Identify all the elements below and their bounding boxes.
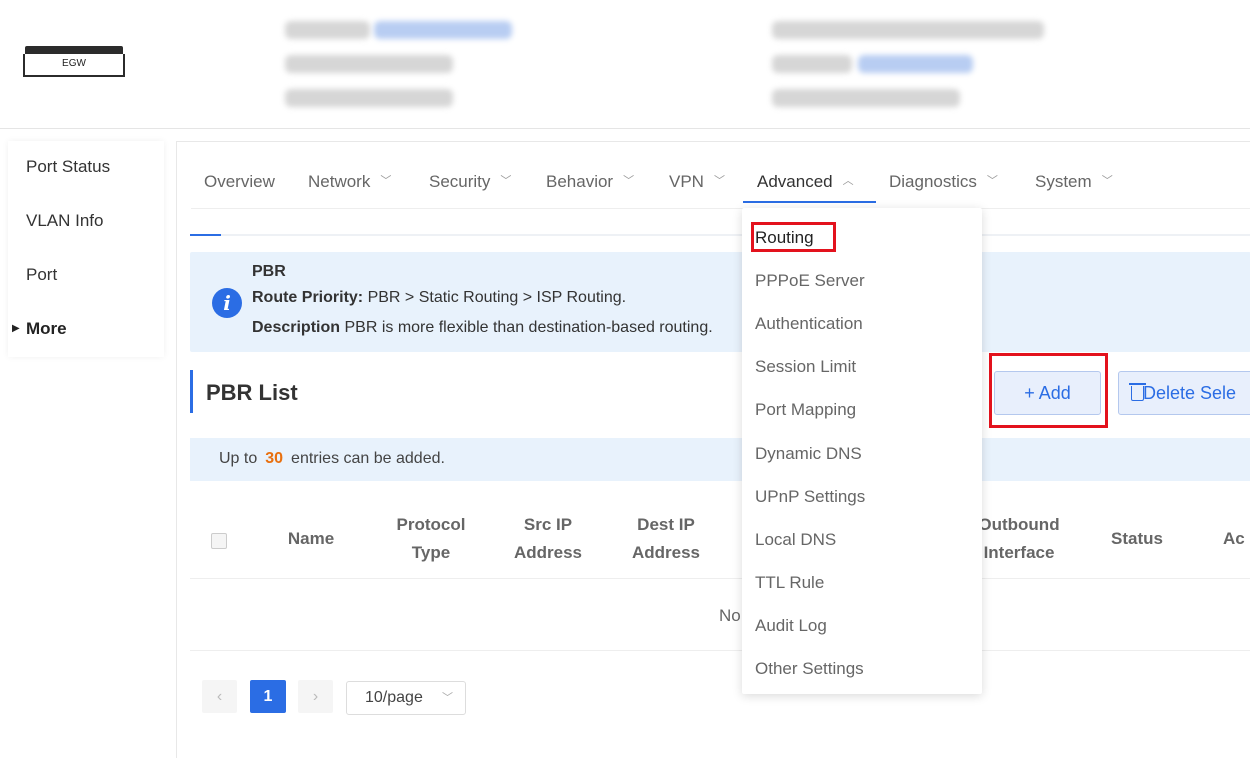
entry-limit-count: 30 <box>265 450 284 467</box>
caret-right-icon: ▶ <box>12 323 20 334</box>
menu-item-upnp-settings[interactable]: UPnP Settings <box>755 487 865 507</box>
tab-system[interactable]: System ﹀ <box>1035 172 1113 192</box>
blurred-info <box>772 55 852 73</box>
no-data-text: No <box>719 606 741 625</box>
column-header-dest-ip: Dest IP Address <box>631 515 701 562</box>
pbr-list-title: PBR List <box>206 380 298 405</box>
sidebar-item-port[interactable]: Port <box>26 265 57 285</box>
next-page-button[interactable]: › <box>298 680 333 713</box>
device-label: EGW <box>62 58 86 69</box>
highlight-box-routing <box>751 222 836 252</box>
info-priority: Route Priority: PBR > Static Routing > I… <box>252 289 627 306</box>
menu-item-audit-log[interactable]: Audit Log <box>755 616 827 636</box>
column-header-outbound: Outbound Interface <box>978 515 1060 562</box>
advanced-dropdown-menu: Routing PPPoE Server Authentication Sess… <box>742 208 982 694</box>
device-header: EGW <box>0 0 1250 129</box>
tab-advanced[interactable]: Advanced ︿ <box>757 172 854 192</box>
column-header-name: Name <box>287 529 335 548</box>
subtab-bar <box>190 234 1250 236</box>
table-divider <box>190 578 1250 579</box>
tab-vpn[interactable]: VPN ﹀ <box>669 172 725 192</box>
tab-overview[interactable]: Overview <box>204 172 275 192</box>
blurred-info <box>285 89 453 107</box>
menu-item-other-settings[interactable]: Other Settings <box>755 659 864 679</box>
chevron-down-icon: ﹀ <box>986 175 998 187</box>
chevron-up-icon: ︿ <box>842 175 854 187</box>
chevron-down-icon: ﹀ <box>500 175 512 187</box>
delete-selected-button[interactable]: Delete Sele <box>1118 371 1250 415</box>
blurred-info <box>858 55 973 73</box>
table-divider <box>190 650 1250 651</box>
column-header-protocol: Protocol Type <box>396 515 466 562</box>
chevron-down-icon: ﹀ <box>1101 175 1113 187</box>
tab-network[interactable]: Network ﹀ <box>308 172 391 192</box>
blurred-info <box>374 21 512 39</box>
blurred-info <box>285 21 370 39</box>
main-panel: Overview Network ﹀ Security ﹀ Behavior ﹀ VP… <box>176 141 1250 758</box>
device-icon: EGW <box>23 46 125 77</box>
tab-security[interactable]: Security ﹀ <box>429 172 511 192</box>
info-description: Description PBR is more flexible than de… <box>252 319 713 336</box>
menu-item-ttl-rule[interactable]: TTL Rule <box>755 573 824 593</box>
active-subtab-indicator <box>190 234 221 236</box>
column-header-status: Status <box>1111 529 1163 548</box>
highlight-box-add <box>989 353 1108 428</box>
chevron-down-icon: ﹀ <box>380 175 392 187</box>
trash-icon <box>1129 383 1146 401</box>
info-box: i PBR Route Priority: PBR > Static Routi… <box>190 252 1250 352</box>
section-marker <box>190 370 193 413</box>
menu-item-dynamic-dns[interactable]: Dynamic DNS <box>755 444 862 464</box>
sidebar-item-vlan-info[interactable]: VLAN Info <box>26 211 104 231</box>
tab-behavior[interactable]: Behavior ﹀ <box>546 172 634 192</box>
column-header-src-ip: Src IP Address <box>513 515 583 562</box>
page-size-select[interactable]: 10/page ﹀ <box>346 681 466 715</box>
tab-diagnostics[interactable]: Diagnostics ﹀ <box>889 172 998 192</box>
info-title: PBR <box>252 263 286 280</box>
nav-divider <box>191 208 1250 209</box>
active-tab-indicator <box>743 201 876 203</box>
entry-limit-notice: Up to 30 entries can be added. <box>190 438 1250 481</box>
prev-page-button[interactable]: ‹ <box>202 680 237 713</box>
chevron-down-icon: ﹀ <box>442 692 453 704</box>
select-all-checkbox[interactable] <box>211 533 227 549</box>
menu-item-session-limit[interactable]: Session Limit <box>755 357 856 377</box>
chevron-down-icon: ﹀ <box>713 175 725 187</box>
left-sidebar: Port Status VLAN Info Port ▶ More <box>8 141 164 357</box>
menu-item-pppoe-server[interactable]: PPPoE Server <box>755 271 865 291</box>
menu-item-port-mapping[interactable]: Port Mapping <box>755 400 856 420</box>
chevron-down-icon: ﹀ <box>623 175 635 187</box>
menu-item-local-dns[interactable]: Local DNS <box>755 530 836 550</box>
column-header-action: Ac <box>1223 529 1245 548</box>
blurred-info <box>772 21 1044 39</box>
info-icon: i <box>212 288 242 318</box>
sidebar-item-port-status[interactable]: Port Status <box>26 157 110 177</box>
menu-item-authentication[interactable]: Authentication <box>755 314 863 334</box>
blurred-info <box>285 55 453 73</box>
page-1-button[interactable]: 1 <box>250 680 286 713</box>
sidebar-item-more[interactable]: More <box>26 319 67 339</box>
blurred-info <box>772 89 960 107</box>
